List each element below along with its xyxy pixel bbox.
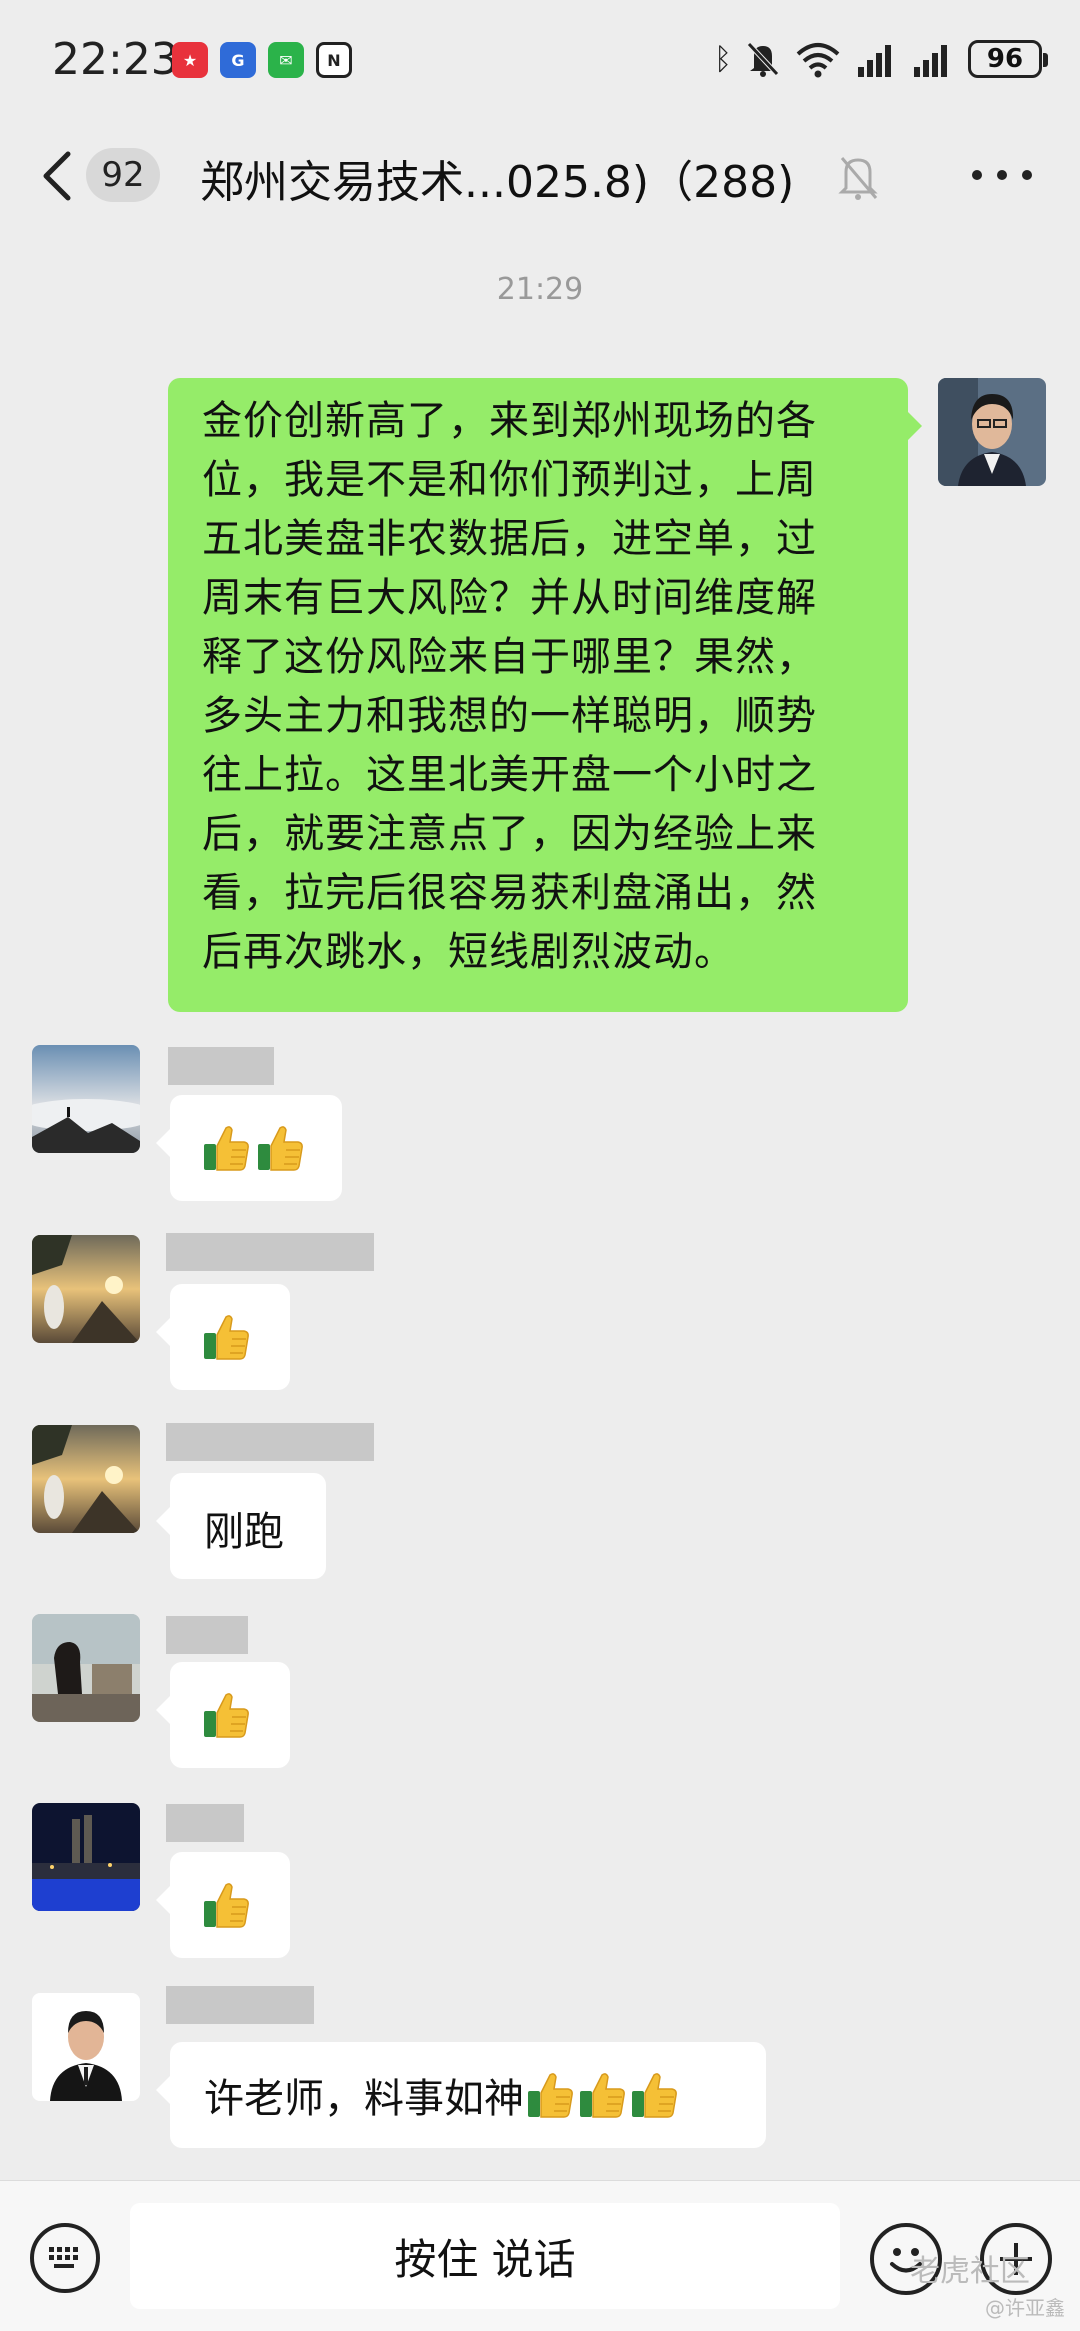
chat-title[interactable]: 郑州交易技术...025.8)（288) xyxy=(200,146,794,210)
message-text: 许老师，料事如神 xyxy=(204,2076,524,2122)
incoming-message-bubble[interactable]: 刚跑 xyxy=(156,1473,326,1579)
thumbs-up-icon xyxy=(576,2069,628,2121)
message-line: 五北美盘非农数据后，进空单，过 xyxy=(202,516,817,562)
member-avatar[interactable] xyxy=(32,1614,140,1722)
thumbs-up-icon xyxy=(200,1311,252,1363)
thumbs-up-icon xyxy=(254,1122,306,1174)
member-avatar[interactable] xyxy=(32,1803,140,1911)
sender-name-masked xyxy=(166,1233,374,1271)
status-indicators: ᛒ 96 xyxy=(714,40,1048,78)
incoming-message-bubble[interactable] xyxy=(156,1284,290,1390)
member-avatar[interactable] xyxy=(32,1235,140,1343)
thumbs-up-icon xyxy=(628,2069,680,2121)
message-line: 金价创新高了，来到郑州现场的各 xyxy=(202,398,817,444)
thumbs-up-icon xyxy=(524,2069,576,2121)
status-bar: 22:23 ★ G ✉ N ᛒ 96 xyxy=(0,0,1080,120)
sender-name-masked xyxy=(166,1423,374,1461)
battery-indicator: 96 xyxy=(968,40,1048,78)
wifi-icon xyxy=(796,43,840,78)
member-avatar[interactable] xyxy=(32,1425,140,1533)
watermark-author: @许亚鑫 xyxy=(985,2296,1065,2320)
member-avatar[interactable] xyxy=(32,1993,140,2101)
thumbs-up-emoji-row xyxy=(170,1662,290,1768)
sender-name-masked xyxy=(166,1986,314,2024)
thumbs-up-emoji-row xyxy=(170,1284,290,1390)
thumbs-up-emoji-row xyxy=(170,1852,290,1958)
nfc-icon: N xyxy=(316,42,352,78)
member-avatar[interactable] xyxy=(32,1045,140,1153)
mute-bell-icon xyxy=(747,42,779,77)
message-line: 周末有巨大风险？并从时间维度解 xyxy=(202,575,817,621)
app-notification-icon: G xyxy=(220,42,256,78)
thumbs-up-icon xyxy=(200,1879,252,1931)
message-line: 位，我是不是和你们预判过，上周 xyxy=(202,457,817,503)
sender-name-masked xyxy=(166,1616,248,1654)
message-line: 后，就要注意点了，因为经验上来 xyxy=(202,811,817,857)
keyboard-icon xyxy=(49,2247,78,2268)
message-line: 多头主力和我想的一样聪明，顺势 xyxy=(202,693,817,739)
signal-icon xyxy=(914,45,947,77)
thumbs-up-icon xyxy=(200,1689,252,1741)
status-time: 22:23 xyxy=(52,34,179,85)
message-content: 许老师，料事如神 xyxy=(170,2042,766,2148)
unread-count-badge[interactable]: 92 xyxy=(86,148,160,202)
wechat-icon: ✉ xyxy=(268,42,304,78)
my-avatar[interactable] xyxy=(938,378,1046,486)
muted-chat-icon xyxy=(838,157,878,200)
incoming-message-bubble[interactable] xyxy=(156,1852,290,1958)
outgoing-message-bubble[interactable]: 金价创新高了，来到郑州现场的各 位，我是不是和你们预判过，上周 五北美盘非农数据… xyxy=(168,378,922,1012)
notification-icons: ★ G ✉ N xyxy=(172,42,352,78)
message-line: 看，拉完后很容易获利盘涌出，然 xyxy=(202,870,817,916)
chat-header: 92 郑州交易技术...025.8)（288) xyxy=(0,124,1080,228)
sender-name-masked xyxy=(166,1804,244,1842)
watermark: 老虎社区 xyxy=(910,2254,1030,2289)
more-options-icon[interactable] xyxy=(972,170,1032,184)
sender-name-masked xyxy=(168,1047,274,1085)
thumbs-up-icon xyxy=(200,1122,252,1174)
hold-to-talk-button[interactable]: 按住 说话 xyxy=(130,2203,840,2309)
message-line: 后再次跳水，短线剧烈波动。 xyxy=(202,929,735,975)
incoming-message-bubble[interactable] xyxy=(156,1662,290,1768)
message-text: 刚跑 xyxy=(204,1509,284,1555)
bluetooth-icon: ᛒ xyxy=(714,41,732,77)
signal-icon xyxy=(858,45,891,77)
keyboard-toggle-button[interactable] xyxy=(30,2223,100,2293)
message-line: 往上拉。这里北美开盘一个小时之 xyxy=(202,752,817,798)
incoming-message-bubble[interactable]: 许老师，料事如神 xyxy=(156,2042,766,2148)
battery-level: 96 xyxy=(986,44,1024,74)
message-time-divider: 21:29 xyxy=(496,272,584,307)
incoming-message-bubble[interactable] xyxy=(156,1095,342,1201)
thumbs-up-emoji-row xyxy=(170,1095,342,1201)
back-arrow-icon[interactable] xyxy=(38,146,78,206)
app-notification-icon: ★ xyxy=(172,42,208,78)
message-line: 释了这份风险来自于哪里？果然， xyxy=(202,634,817,680)
outgoing-message-text: 金价创新高了，来到郑州现场的各 位，我是不是和你们预判过，上周 五北美盘非农数据… xyxy=(168,378,908,982)
